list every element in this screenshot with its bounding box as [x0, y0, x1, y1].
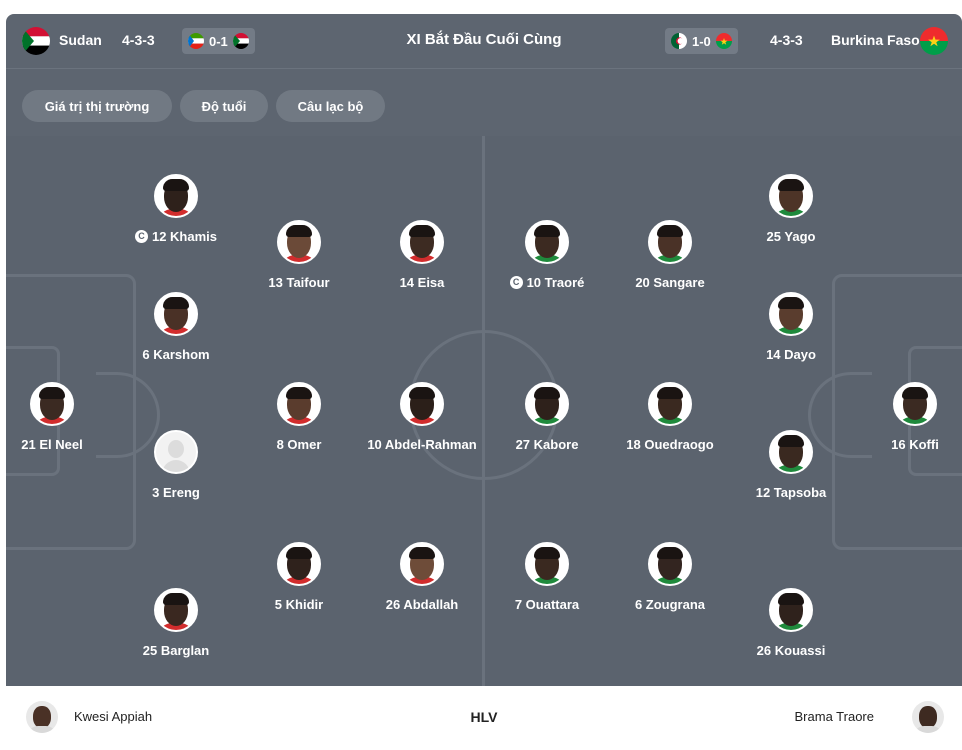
player-card[interactable]: 7 Ouattara — [482, 542, 612, 612]
player-name: 10 Abdel-Rahman — [367, 437, 477, 452]
player-avatar[interactable] — [769, 174, 813, 218]
player-card[interactable]: 25 Yago — [726, 174, 856, 244]
algeria-flag-icon — [671, 33, 687, 49]
player-name: 20 Sangare — [635, 275, 705, 290]
player-card[interactable]: 16 Koffi — [850, 382, 962, 452]
pitch: 21 El Neel C 12 Khamis 6 Karshom 3 Ereng 25 B… — [6, 136, 962, 686]
captain-icon: C — [509, 276, 523, 289]
player-name: 13 Taifour — [268, 275, 330, 290]
player-name: 14 Eisa — [399, 275, 445, 290]
player-name: 25 Yago — [766, 229, 816, 244]
lineup-header: Sudan 4-3-3 0-1 XI Bắt Đầu Cuối Cùng 1-0… — [6, 14, 962, 68]
player-name: 10 Traoré — [526, 275, 585, 290]
away-coach-name[interactable]: Brama Traore — [795, 709, 874, 724]
player-card[interactable]: 6 Karshom — [111, 292, 241, 362]
player-avatar[interactable] — [525, 382, 569, 426]
player-avatar[interactable] — [154, 588, 198, 632]
player-card[interactable]: 6 Zougrana — [605, 542, 735, 612]
player-card[interactable]: 13 Taifour — [234, 220, 364, 290]
player-avatar[interactable] — [769, 292, 813, 336]
player-name: 26 Abdallah — [385, 597, 459, 612]
player-avatar[interactable] — [277, 542, 321, 586]
away-formation: 4-3-3 — [770, 32, 803, 48]
player-avatar[interactable] — [648, 220, 692, 264]
player-name: 3 Ereng — [152, 485, 200, 500]
filter-club[interactable]: Câu lạc bộ — [276, 90, 385, 122]
player-card[interactable]: 26 Abdallah — [357, 542, 487, 612]
captain-icon: C — [134, 230, 148, 243]
burkina-faso-mini-flag-icon — [715, 33, 732, 49]
player-avatar[interactable] — [277, 220, 321, 264]
player-name: 8 Omer — [276, 437, 322, 452]
player-name: 26 Kouassi — [756, 643, 826, 658]
player-avatar[interactable] — [769, 430, 813, 474]
filter-bar: Giá trị thị trường Độ tuổi Câu lạc bộ — [6, 68, 962, 136]
player-avatar[interactable] — [400, 382, 444, 426]
away-last-match[interactable]: 1-0 — [665, 28, 738, 54]
player-name: 21 El Neel — [21, 437, 83, 452]
player-card[interactable]: 26 Kouassi — [726, 588, 856, 658]
player-avatar[interactable] — [648, 382, 692, 426]
player-name: 6 Karshom — [142, 347, 210, 362]
player-card[interactable]: 8 Omer — [234, 382, 364, 452]
player-name: 6 Zougrana — [634, 597, 706, 612]
player-card[interactable]: C 12 Khamis — [111, 174, 241, 244]
player-avatar[interactable] — [400, 542, 444, 586]
player-card[interactable]: 20 Sangare — [605, 220, 735, 290]
player-card[interactable]: 25 Barglan — [111, 588, 241, 658]
player-name: 18 Ouedraogo — [626, 437, 714, 452]
player-name: 7 Ouattara — [514, 597, 580, 612]
away-coach-avatar[interactable] — [912, 701, 944, 733]
away-last-score: 1-0 — [692, 33, 711, 49]
player-card[interactable]: 14 Eisa — [357, 220, 487, 290]
player-card[interactable]: C 10 Traoré — [482, 220, 612, 290]
player-avatar[interactable] — [154, 174, 198, 218]
player-card[interactable]: 14 Dayo — [726, 292, 856, 362]
player-name: 12 Tapsoba — [755, 485, 827, 500]
player-name: 5 Khidir — [274, 597, 324, 612]
player-avatar[interactable] — [400, 220, 444, 264]
burkina-faso-flag-icon — [920, 27, 948, 55]
player-avatar[interactable] — [893, 382, 937, 426]
player-card[interactable]: 10 Abdel-Rahman — [357, 382, 487, 452]
player-placeholder-icon[interactable] — [154, 430, 198, 474]
filter-market-value[interactable]: Giá trị thị trường — [22, 90, 172, 122]
player-card[interactable]: 5 Khidir — [234, 542, 364, 612]
player-card[interactable]: 12 Tapsoba — [726, 430, 856, 500]
player-name: 27 Kabore — [515, 437, 579, 452]
player-avatar[interactable] — [154, 292, 198, 336]
player-avatar[interactable] — [648, 542, 692, 586]
player-name: 25 Barglan — [142, 643, 210, 658]
player-name: 12 Khamis — [151, 229, 218, 244]
player-avatar[interactable] — [525, 220, 569, 264]
player-avatar[interactable] — [277, 382, 321, 426]
lineup-card: Sudan 4-3-3 0-1 XI Bắt Đầu Cuối Cùng 1-0… — [6, 14, 962, 750]
player-card[interactable]: 27 Kabore — [482, 382, 612, 452]
player-avatar[interactable] — [769, 588, 813, 632]
coaches-bar: Kwesi Appiah HLV Brama Traore — [6, 686, 962, 750]
player-avatar[interactable] — [30, 382, 74, 426]
player-card[interactable]: 21 El Neel — [6, 382, 117, 452]
player-avatar[interactable] — [525, 542, 569, 586]
player-card[interactable]: 18 Ouedraogo — [605, 382, 735, 452]
player-card[interactable]: 3 Ereng — [111, 430, 241, 500]
away-team-name[interactable]: Burkina Faso — [831, 32, 920, 48]
player-name: 16 Koffi — [891, 437, 939, 452]
filter-age[interactable]: Độ tuổi — [180, 90, 268, 122]
lineup-title: XI Bắt Đầu Cuối Cùng — [406, 31, 562, 48]
player-name: 14 Dayo — [766, 347, 816, 362]
